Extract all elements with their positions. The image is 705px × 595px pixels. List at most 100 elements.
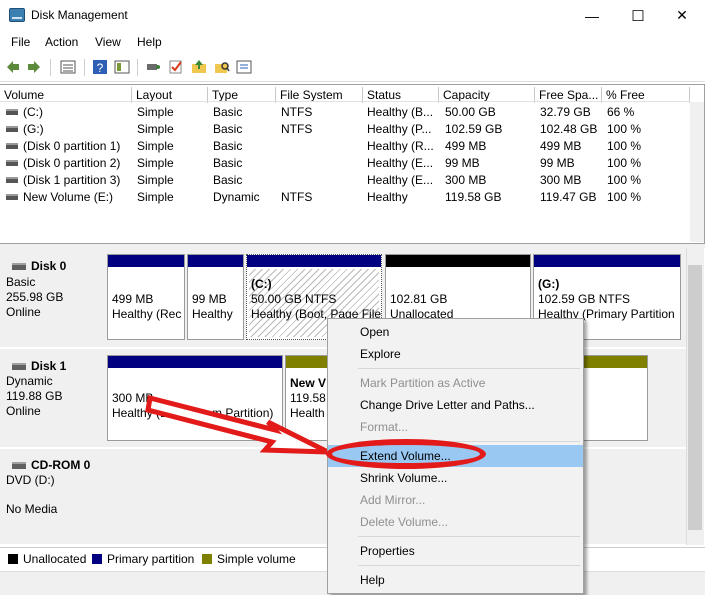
table-cell: 100 %: [607, 156, 642, 170]
table-cell: Basic: [213, 105, 243, 119]
table-cell: Simple: [137, 190, 174, 204]
close-button[interactable]: ✕: [659, 0, 705, 31]
forward-icon[interactable]: [26, 59, 42, 75]
table-cell: Simple: [137, 139, 174, 153]
table-cell: Basic: [213, 156, 243, 170]
back-icon[interactable]: [5, 59, 21, 75]
legend-label: Simple volume: [217, 552, 296, 566]
toolbar: ?: [0, 54, 705, 82]
disk-drive-icon: [12, 363, 26, 370]
unallocated-bar: [386, 255, 530, 267]
check-icon[interactable]: [168, 59, 184, 75]
annotation-arrow-icon: [145, 394, 330, 455]
table-cell: Basic: [213, 173, 243, 187]
window-title: Disk Management: [31, 8, 128, 22]
table-cell: 32.79 GB: [540, 105, 591, 119]
table-cell: 66 %: [607, 105, 635, 119]
table-cell[interactable]: New Volume (E:): [23, 189, 113, 205]
graph-scroll-thumb[interactable]: [688, 265, 702, 530]
drive-icon: [6, 177, 18, 183]
table-cell[interactable]: (Disk 0 partition 1): [23, 138, 120, 154]
legend-swatch: [92, 554, 102, 564]
drive-icon: [6, 160, 18, 166]
disk-management-app-icon: [9, 8, 25, 22]
legend-swatch: [8, 554, 18, 564]
connect-icon[interactable]: [145, 59, 161, 75]
partition-size: 499 MB: [112, 292, 154, 306]
menu-item-open[interactable]: Open: [328, 321, 583, 343]
table-cell: 100 %: [607, 173, 642, 187]
menu-item-mark-active: Mark Partition as Active: [360, 376, 486, 390]
menu-help[interactable]: Help: [137, 35, 162, 49]
partition-size: 50.00 GB NTFS: [251, 292, 337, 306]
partition-size: 102.81 GB: [390, 292, 448, 306]
table-cell: 102.48 GB: [540, 122, 598, 136]
properties-icon[interactable]: [236, 59, 252, 75]
minimize-button[interactable]: —: [569, 0, 615, 31]
table-cell: NTFS: [281, 105, 313, 119]
table-cell: Healthy (B...: [367, 105, 434, 119]
table-cell: 300 MB: [445, 173, 487, 187]
partition-block[interactable]: 99 MB Healthy: [187, 254, 244, 340]
disk-type: DVD (D:): [6, 473, 55, 487]
table-cell: Basic: [213, 139, 243, 153]
menu-item-properties[interactable]: Properties: [328, 540, 583, 562]
table-cell: Simple: [137, 156, 174, 170]
help-icon[interactable]: ?: [92, 59, 108, 75]
table-cell: Healthy (P...: [367, 122, 432, 136]
partition-size: 102.59 GB NTFS: [538, 292, 631, 306]
disk-type: Basic: [6, 275, 36, 289]
disk-name[interactable]: CD-ROM 0: [31, 458, 90, 473]
menu-file[interactable]: File: [11, 35, 30, 49]
list-view-icon[interactable]: [60, 59, 76, 75]
table-cell: 499 MB: [445, 139, 487, 153]
up-folder-icon[interactable]: [191, 59, 207, 75]
table-cell: Healthy (R...: [367, 139, 434, 153]
menu-item-change-drive-letter[interactable]: Change Drive Letter and Paths...: [328, 394, 583, 416]
annotation-oval: [326, 439, 486, 469]
svg-text:?: ?: [97, 61, 104, 75]
partition-block[interactable]: 499 MB Healthy (Rec: [107, 254, 185, 340]
disk-name[interactable]: Disk 1: [31, 359, 66, 374]
table-cell: 300 MB: [540, 173, 582, 187]
menu-item-shrink-volume[interactable]: Shrink Volume...: [328, 467, 583, 489]
table-cell: Healthy (E...: [367, 156, 434, 170]
table-cell[interactable]: (C:): [23, 104, 131, 120]
table-cell: Simple: [137, 122, 174, 136]
menu-item-delete-volume: Delete Volume...: [360, 515, 449, 529]
details-icon[interactable]: [114, 59, 130, 75]
menu-bar: File Action View Help: [0, 31, 705, 53]
disk-status: Online: [6, 305, 41, 319]
table-cell: 499 MB: [540, 139, 582, 153]
cdrom-drive-icon: [12, 462, 26, 469]
disk-name[interactable]: Disk 0: [31, 259, 66, 274]
volume-list-scrollbar[interactable]: [690, 102, 704, 242]
table-cell: NTFS: [281, 122, 313, 136]
table-cell[interactable]: (Disk 0 partition 2): [23, 155, 120, 171]
menu-action[interactable]: Action: [45, 35, 78, 49]
maximize-button[interactable]: ☐: [615, 0, 661, 31]
table-cell: NTFS: [281, 190, 313, 204]
disk-status: Online: [6, 404, 41, 418]
disk-size: 255.98 GB: [6, 290, 64, 304]
table-cell: 100 %: [607, 190, 642, 204]
table-cell: Basic: [213, 122, 243, 136]
menu-view[interactable]: View: [95, 35, 121, 49]
partition-title: (G:): [538, 277, 560, 291]
search-folder-icon[interactable]: [214, 59, 230, 75]
partition-status: Healthy (Rec: [112, 307, 182, 321]
table-cell: Simple: [137, 173, 174, 187]
legend-label: Primary partition: [107, 552, 195, 566]
partition-size: 99 MB: [192, 292, 227, 306]
primary-partition-bar: [534, 255, 680, 267]
table-cell[interactable]: (G:): [23, 121, 44, 137]
table-cell[interactable]: (Disk 1 partition 3): [23, 172, 120, 188]
disk-status: No Media: [6, 502, 58, 516]
legend-swatch: [202, 554, 212, 564]
menu-item-format: Format...: [360, 420, 409, 434]
menu-item-help[interactable]: Help: [328, 569, 583, 591]
menu-item-explore[interactable]: Explore: [328, 343, 583, 365]
partition-title: (C:): [251, 277, 272, 291]
table-cell: 99 MB: [540, 156, 575, 170]
legend-label: Unallocated: [23, 552, 87, 566]
